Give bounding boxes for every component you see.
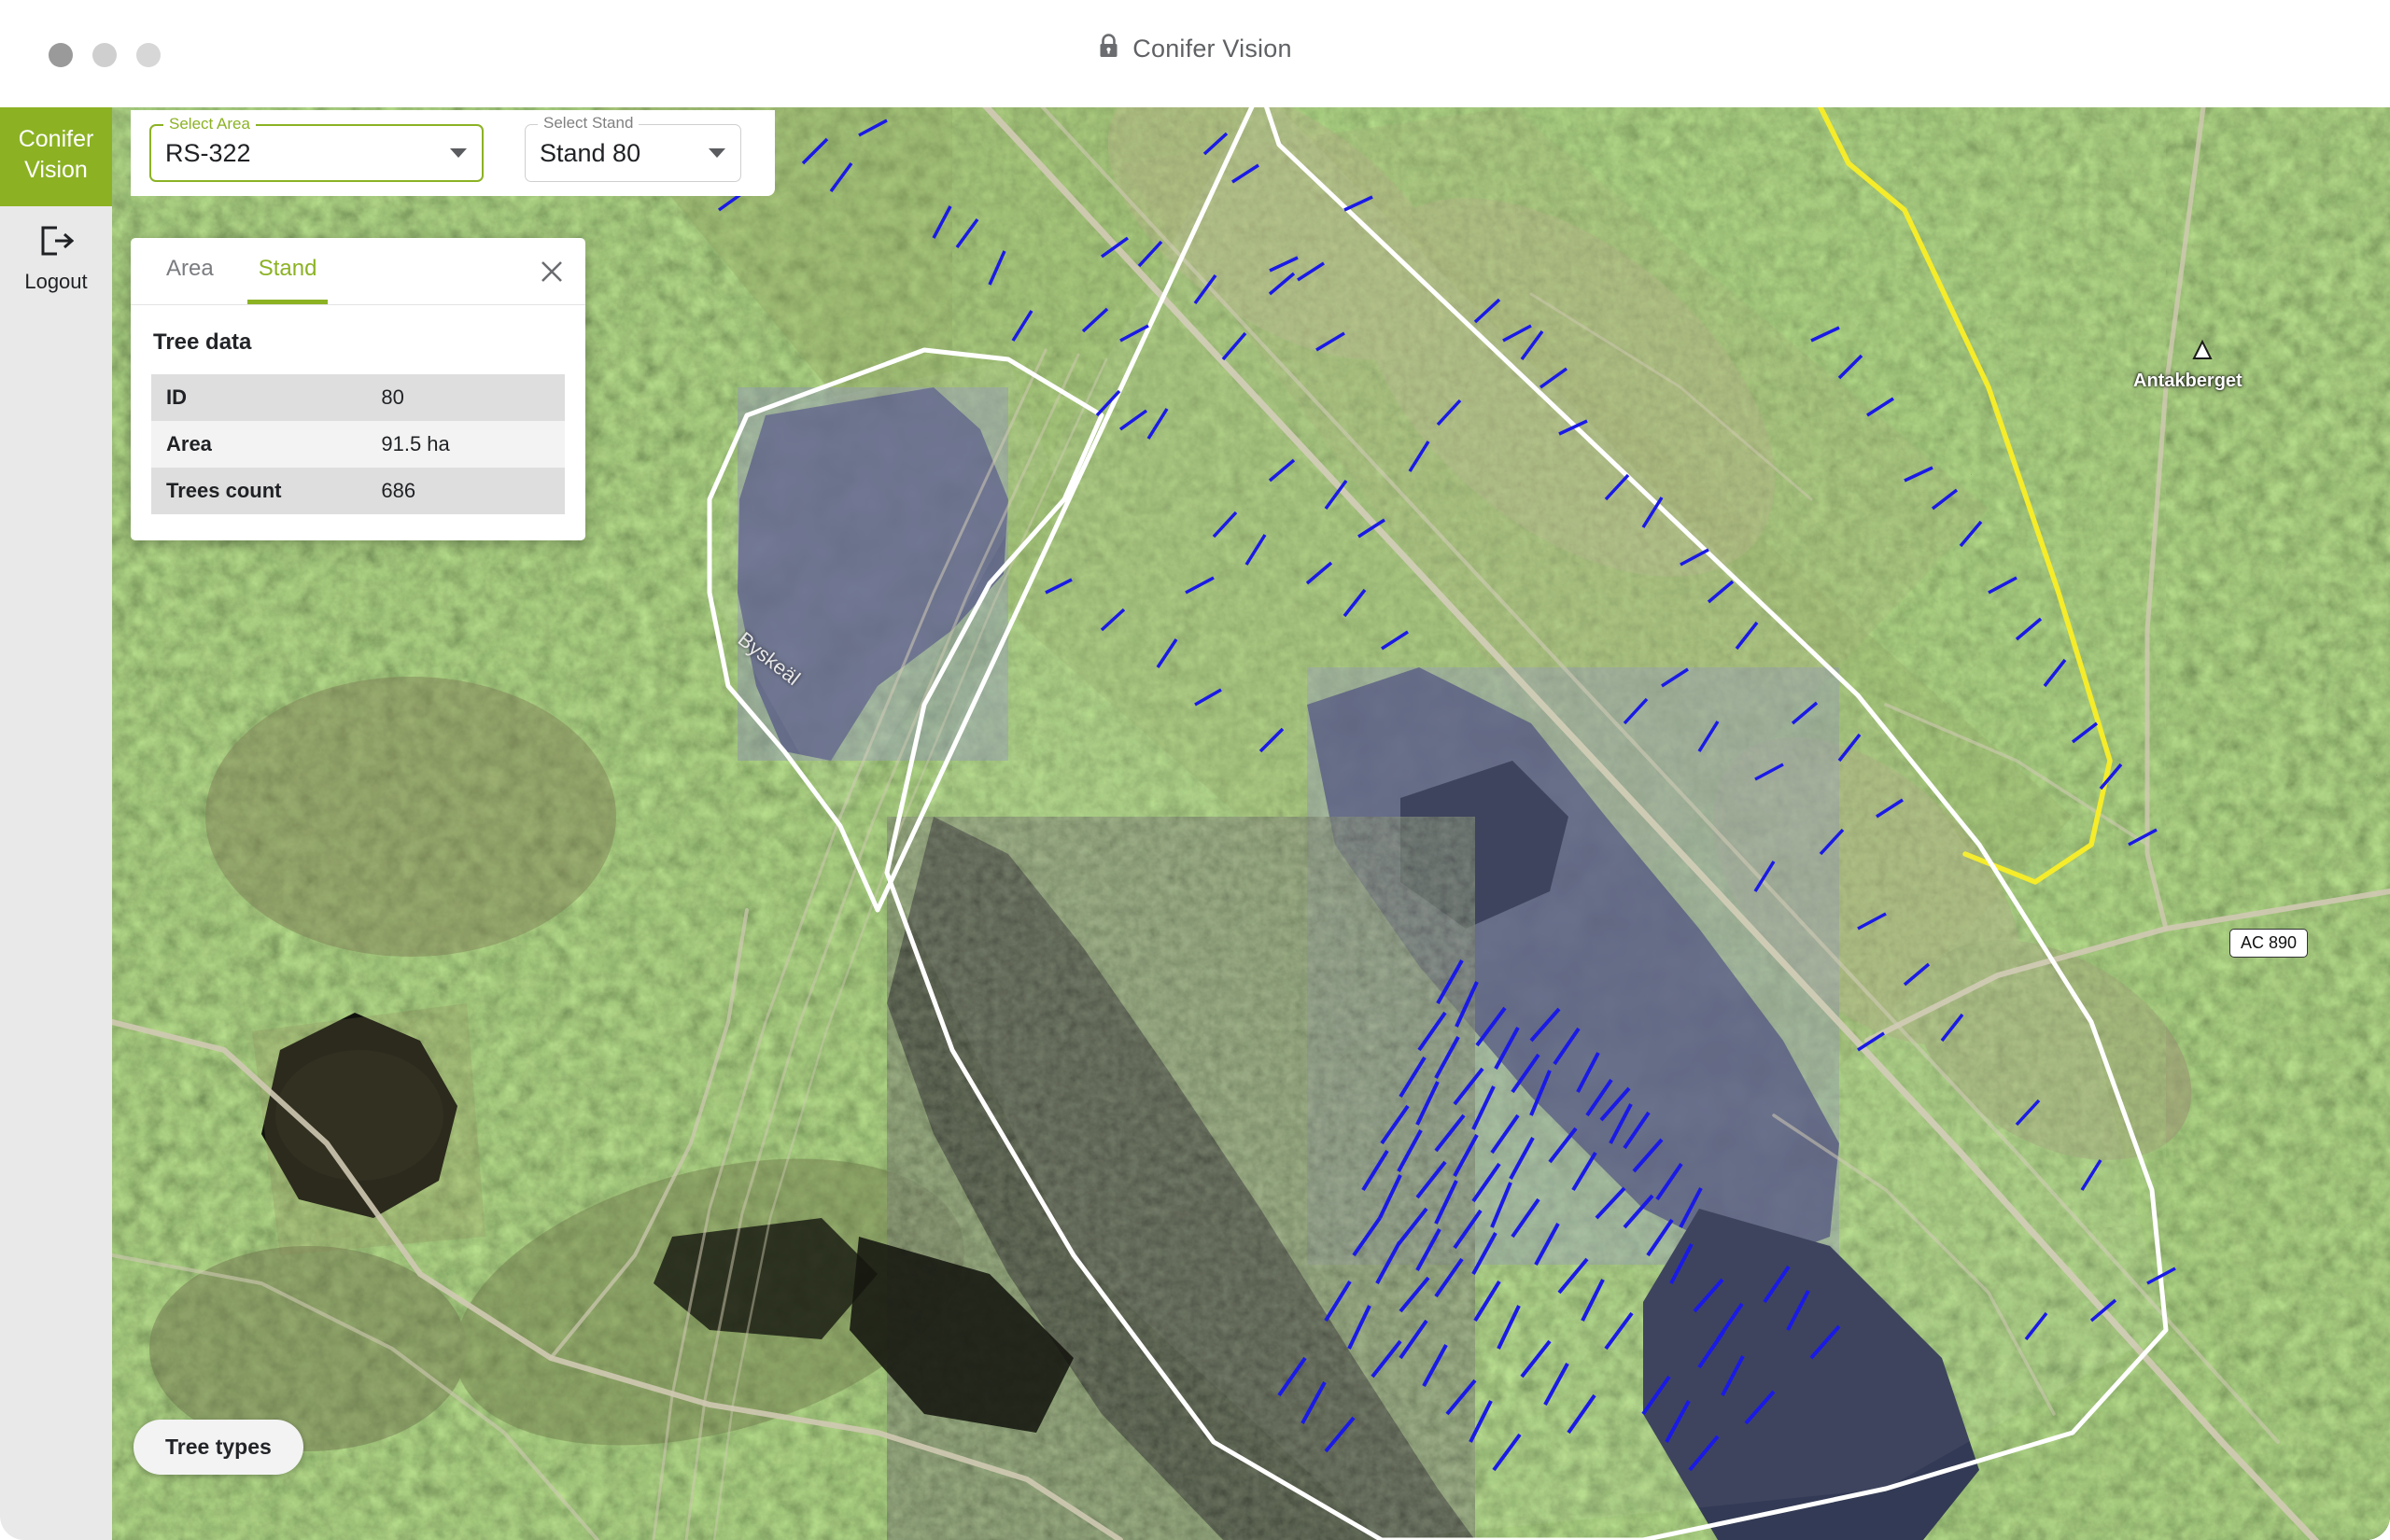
select-stand-dropdown[interactable]: Select Stand Stand 80 (525, 115, 741, 182)
chevron-down-icon[interactable] (709, 148, 725, 158)
row-value: 91.5 ha (366, 421, 565, 468)
panel-tab-bar: Area Stand (131, 238, 585, 305)
select-area-dropdown[interactable]: Select Area RS-322 (149, 116, 484, 182)
window-title: Conifer Vision (0, 34, 2390, 63)
app-logo-line2: Vision (24, 157, 88, 183)
close-panel-button[interactable] (531, 251, 572, 292)
table-row: Area 91.5 ha (151, 421, 565, 468)
select-stand-value: Stand 80 (540, 138, 641, 167)
row-key: Area (151, 421, 367, 468)
panel-heading: Tree data (153, 329, 252, 355)
logout-icon (38, 225, 75, 261)
chevron-down-icon[interactable] (450, 148, 467, 158)
row-key: ID (151, 374, 367, 421)
sidebar-item-logout[interactable]: Logout (0, 225, 112, 294)
tab-stand[interactable]: Stand (236, 238, 340, 304)
map-controls-bar: Select Area RS-322 Select Stand Stand 80 (131, 110, 775, 196)
close-icon (541, 261, 562, 282)
tab-area[interactable]: Area (144, 238, 236, 304)
window-titlebar: Conifer Vision (0, 0, 2390, 107)
tree-types-button[interactable]: Tree types (134, 1420, 303, 1475)
road-shield-ac890: AC 890 (2229, 929, 2309, 958)
table-row: Trees count 686 (151, 468, 565, 514)
select-area-legend: Select Area (163, 116, 256, 132)
table-row: ID 80 (151, 374, 565, 421)
app-logo[interactable]: Conifer Vision (0, 107, 112, 206)
lock-icon (1098, 34, 1119, 63)
sidebar-item-logout-label: Logout (24, 270, 88, 293)
select-stand-legend: Select Stand (538, 115, 640, 131)
select-area-value: RS-322 (165, 138, 251, 167)
tree-data-table: ID 80 Area 91.5 ha Trees count 686 (151, 374, 565, 514)
app-logo-line1: Conifer (18, 126, 94, 152)
row-key: Trees count (151, 468, 367, 514)
stand-info-panel: Area Stand Tree data ID 80 Area 91.5 ha … (131, 238, 585, 540)
window-title-text: Conifer Vision (1132, 34, 1292, 63)
panel-body: Tree data ID 80 Area 91.5 ha Trees count… (131, 305, 585, 540)
row-value: 80 (366, 374, 565, 421)
app-window: Conifer Vision Conifer Vision Logout Ant… (0, 0, 2390, 1540)
row-value: 686 (366, 468, 565, 514)
sidebar: Conifer Vision Logout (0, 107, 112, 1540)
